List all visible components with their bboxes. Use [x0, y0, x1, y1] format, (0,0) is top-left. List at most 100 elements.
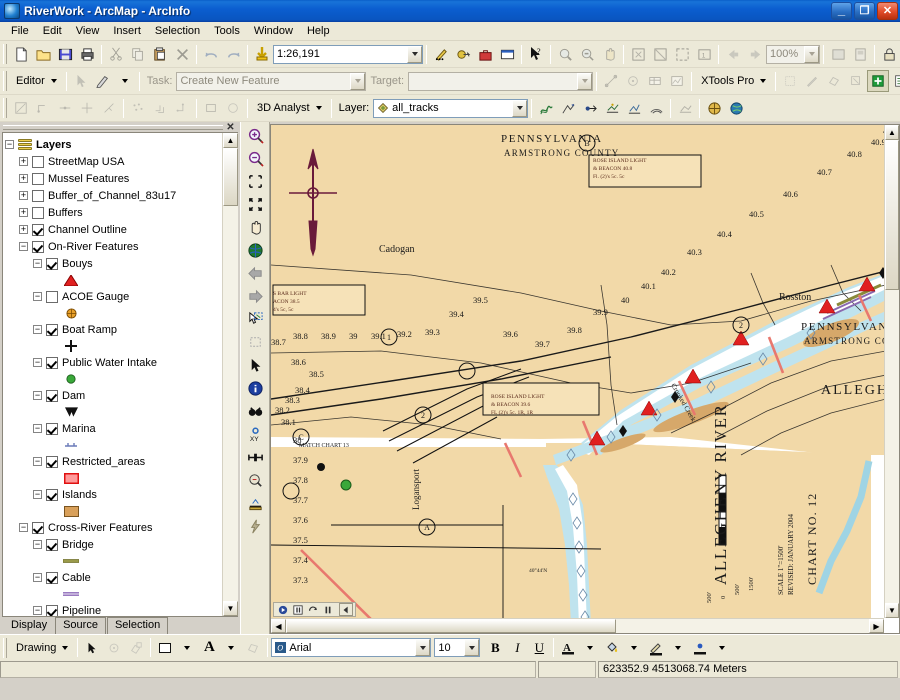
- analyst-layer-dropdown-arrow[interactable]: [512, 99, 528, 117]
- pan-page-icon[interactable]: [598, 43, 620, 65]
- print-icon[interactable]: [76, 43, 98, 65]
- layer-visibility-checkbox[interactable]: [46, 604, 58, 616]
- fill-color-dropdown-arrow[interactable]: [176, 637, 198, 659]
- full-extent-icon[interactable]: [627, 43, 649, 65]
- lightning-icon[interactable]: [243, 515, 267, 537]
- collapse-icon[interactable]: −: [33, 424, 42, 434]
- contour-icon[interactable]: [645, 97, 667, 119]
- analyst-menu-button[interactable]: 3D Analyst: [251, 97, 328, 119]
- fixed-zoom-in-icon[interactable]: [243, 170, 267, 192]
- menu-file[interactable]: File: [4, 23, 36, 39]
- xtools-icon[interactable]: [452, 43, 474, 65]
- layer-row[interactable]: + Buffers: [5, 204, 222, 221]
- undo-icon[interactable]: [200, 43, 222, 65]
- perpendicular-icon[interactable]: [98, 97, 120, 119]
- map-vscroll-thumb[interactable]: [885, 140, 899, 290]
- tab-selection[interactable]: Selection: [106, 617, 169, 635]
- font-color-dropdown-arrow[interactable]: [579, 637, 601, 659]
- layer-row[interactable]: − Restricted_areas: [5, 453, 222, 470]
- font-name-combo[interactable]: O Arial: [271, 638, 432, 657]
- expand-icon[interactable]: +: [19, 208, 28, 218]
- expand-icon[interactable]: +: [19, 174, 28, 184]
- xtools-pencil-icon[interactable]: [801, 70, 823, 92]
- layer-row[interactable]: + Buffer_of_Channel_83u17: [5, 187, 222, 204]
- layer-visibility-checkbox[interactable]: [46, 323, 58, 336]
- target-dropdown-arrow[interactable]: [577, 72, 593, 90]
- layer-visibility-checkbox[interactable]: [46, 455, 58, 468]
- layout-view-icon[interactable]: [849, 43, 871, 65]
- layer-row[interactable]: + StreetMap USA: [5, 153, 222, 170]
- layer-visibility-checkbox[interactable]: [46, 571, 58, 584]
- layer-row[interactable]: + Mussel Features: [5, 170, 222, 187]
- pan-icon[interactable]: [243, 216, 267, 238]
- whats-this-icon[interactable]: ?: [525, 43, 547, 65]
- toc-grip[interactable]: [3, 125, 223, 130]
- copy-icon[interactable]: [127, 43, 149, 65]
- map-horizontal-scrollbar[interactable]: ◀ ▶: [271, 618, 884, 633]
- select-elements-arrow-icon[interactable]: [81, 637, 103, 659]
- midpoint-icon[interactable]: [54, 97, 76, 119]
- map-scroll-right-icon[interactable]: ▶: [869, 619, 884, 633]
- layer-visibility-checkbox[interactable]: [46, 290, 58, 303]
- globe-icon[interactable]: [243, 239, 267, 261]
- layer-visibility-checkbox[interactable]: [32, 240, 44, 253]
- font-name-dropdown-arrow[interactable]: [415, 639, 431, 656]
- map-vscroll-track[interactable]: [885, 140, 899, 603]
- rotate-element-icon[interactable]: [103, 637, 125, 659]
- toc-scrollbar[interactable]: ▲ ▼: [222, 133, 238, 616]
- map-hscroll-track[interactable]: [286, 619, 869, 633]
- fill-bucket-icon[interactable]: [601, 637, 623, 659]
- text-tool-dropdown-arrow[interactable]: [220, 637, 242, 659]
- select-graphics-icon[interactable]: [243, 331, 267, 353]
- map-vertical-scrollbar[interactable]: ▲ ▼: [884, 125, 899, 618]
- intersection-icon[interactable]: [76, 97, 98, 119]
- layer-tree[interactable]: − Layers + StreetMap USA + Mussel Features +…: [3, 133, 222, 616]
- collapse-icon[interactable]: −: [33, 259, 42, 269]
- xtools-add-icon[interactable]: [867, 70, 890, 92]
- step-icon[interactable]: [339, 603, 353, 616]
- map-canvas[interactable]: PENNSYLVANIAARMSTRONG COUNTYPENNSYLVANIA…: [271, 125, 884, 618]
- html-popup-icon[interactable]: [243, 492, 267, 514]
- toc-close-icon[interactable]: ✕: [224, 122, 237, 134]
- explode-points-icon[interactable]: [127, 97, 149, 119]
- layer-row[interactable]: − Cross-River Features: [5, 519, 222, 536]
- menu-view[interactable]: View: [69, 23, 107, 39]
- toolbar-grip[interactable]: [3, 637, 7, 658]
- layer-visibility-checkbox[interactable]: [46, 356, 58, 369]
- expand-icon[interactable]: +: [19, 191, 28, 201]
- data-view-icon[interactable]: [827, 43, 849, 65]
- collapse-icon[interactable]: −: [33, 358, 42, 368]
- layer-row[interactable]: − Dam: [5, 387, 222, 404]
- layer-visibility-checkbox[interactable]: [46, 422, 58, 435]
- collapse-icon[interactable]: −: [19, 242, 28, 252]
- layer-row[interactable]: − Bridge: [5, 536, 222, 553]
- bold-button[interactable]: B: [484, 637, 506, 659]
- map-scroll-left-icon[interactable]: ◀: [271, 619, 286, 633]
- new-document-icon[interactable]: [10, 43, 32, 65]
- fill-color-icon[interactable]: [154, 637, 176, 659]
- edit-tool-icon[interactable]: [70, 70, 92, 92]
- toc-scroll-up-icon[interactable]: ▲: [223, 133, 238, 149]
- expand-icon[interactable]: +: [19, 157, 28, 167]
- stop-icon[interactable]: [321, 603, 335, 616]
- layer-visibility-checkbox[interactable]: [46, 389, 58, 402]
- layer-visibility-checkbox[interactable]: [32, 521, 44, 534]
- layer-visibility-checkbox[interactable]: [32, 172, 44, 185]
- forward-extent-icon[interactable]: [243, 285, 267, 307]
- back-extent-icon[interactable]: [243, 262, 267, 284]
- play-icon[interactable]: [276, 603, 290, 616]
- globe-data-icon[interactable]: [703, 97, 725, 119]
- select-elements-icon[interactable]: [243, 354, 267, 376]
- target-combo[interactable]: [408, 71, 594, 91]
- layer-row[interactable]: − Islands: [5, 486, 222, 503]
- minimize-button[interactable]: _: [831, 2, 852, 20]
- menu-edit[interactable]: Edit: [36, 23, 69, 39]
- layer-row[interactable]: − On-River Features: [5, 238, 222, 255]
- add-data-icon[interactable]: [251, 43, 273, 65]
- toolbar-grip[interactable]: [3, 44, 7, 64]
- line-color-icon[interactable]: [645, 637, 667, 659]
- find-icon[interactable]: [243, 400, 267, 422]
- toolbox-icon[interactable]: [474, 43, 496, 65]
- collapse-icon[interactable]: −: [33, 490, 42, 500]
- layer-visibility-checkbox[interactable]: [32, 155, 44, 168]
